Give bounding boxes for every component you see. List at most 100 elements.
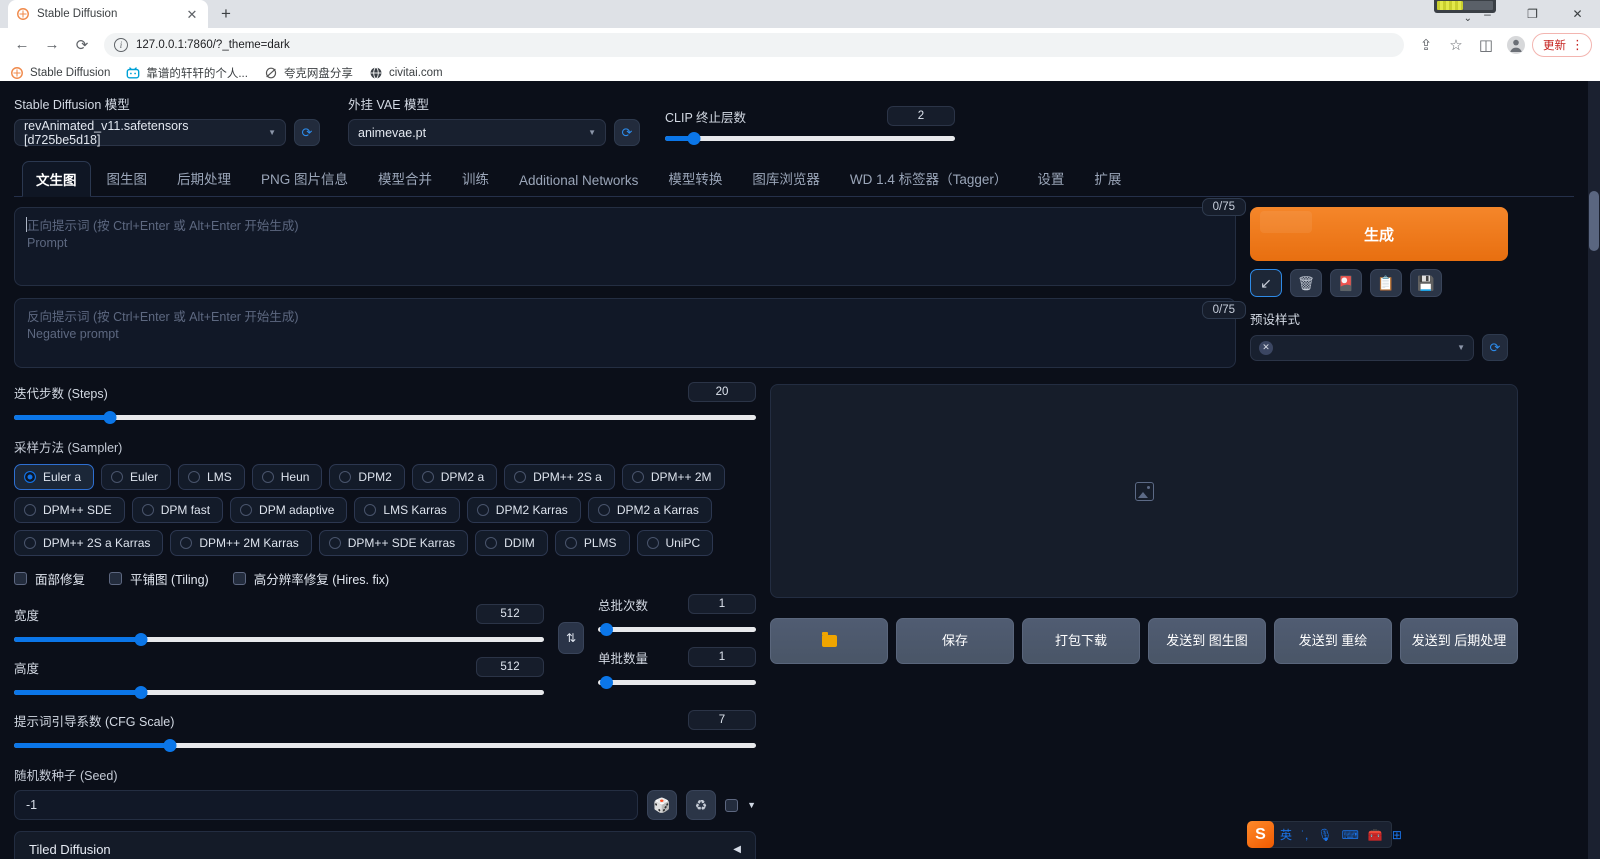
refresh-models-button[interactable]: ⟳	[294, 119, 320, 146]
sampler-heun[interactable]: Heun	[251, 464, 323, 490]
sd-model-dropdown[interactable]: revAnimated_v11.safetensors [d725be5d18]…	[14, 119, 286, 147]
dice-random-seed-icon[interactable]: 🎲	[647, 790, 678, 820]
extra-seed-checkbox[interactable]	[725, 798, 739, 812]
bookmark-item[interactable]: 夸克网盘分享	[264, 65, 353, 81]
tab-checkpoint-merger[interactable]: 模型合并	[364, 160, 446, 196]
send-to-extras-button[interactable]: 发送到 后期处理	[1400, 618, 1518, 664]
new-tab-button[interactable]: +	[212, 2, 240, 26]
sampler-euler[interactable]: Euler	[101, 464, 172, 490]
batch-size-slider[interactable]	[598, 674, 756, 690]
side-panel-icon[interactable]: ◫	[1472, 31, 1500, 59]
slider-knob[interactable]	[134, 632, 148, 646]
swap-dimensions-icon[interactable]: ⇅	[558, 622, 584, 654]
clip-skip-value[interactable]: 2	[887, 106, 955, 126]
sogou-logo-icon[interactable]: S	[1247, 821, 1274, 848]
slider-knob[interactable]	[687, 131, 701, 145]
clip-skip-slider[interactable]	[665, 130, 955, 146]
save-button[interactable]: 保存	[896, 618, 1014, 664]
close-icon[interactable]: ✕	[184, 6, 200, 22]
vae-model-dropdown[interactable]: animevae.pt ▼	[348, 119, 606, 146]
maximize-icon[interactable]: ❐	[1510, 0, 1555, 28]
negative-prompt-input[interactable]: 反向提示词 (按 Ctrl+Enter 或 Alt+Enter 开始生成) Ne…	[14, 298, 1236, 368]
slider-knob[interactable]	[600, 622, 613, 636]
show-extra-networks-icon[interactable]: 🎴	[1330, 269, 1362, 297]
back-arrow-icon[interactable]: ←	[8, 31, 36, 59]
address-bar[interactable]: i 127.0.0.1:7860/?_theme=dark	[104, 32, 1404, 57]
sampler-dpm-adaptive[interactable]: DPM adaptive	[230, 497, 348, 523]
sampler-euler-a[interactable]: Euler a	[14, 464, 95, 490]
star-icon[interactable]: ☆	[1442, 31, 1470, 59]
sampler-dpm2-a-karras[interactable]: DPM2 a Karras	[587, 497, 712, 523]
scrollbar-thumb[interactable]	[1589, 191, 1599, 251]
chevron-down-icon[interactable]: ▼	[747, 800, 756, 810]
sampler-lms-karras[interactable]: LMS Karras	[354, 497, 460, 523]
sampler-dpmpp-2m-karras[interactable]: DPM++ 2M Karras	[170, 530, 312, 556]
punctuation-icon[interactable]: ˙,	[1301, 829, 1308, 841]
update-button[interactable]: 更新 ⋮	[1532, 32, 1592, 57]
browser-tab[interactable]: Stable Diffusion ✕	[8, 0, 208, 28]
sampler-lms[interactable]: LMS	[178, 464, 245, 490]
tab-img2img[interactable]: 图生图	[93, 160, 162, 196]
site-info-icon[interactable]: i	[114, 37, 128, 52]
cfg-slider[interactable]	[14, 737, 756, 753]
bookmark-item[interactable]: civitai.com	[369, 66, 443, 80]
sampler-ddim[interactable]: DDIM	[475, 530, 548, 556]
seed-input[interactable]: -1	[14, 790, 639, 820]
zip-download-button[interactable]: 打包下载	[1022, 618, 1140, 664]
slider-knob[interactable]	[134, 685, 148, 699]
steps-slider[interactable]	[14, 409, 756, 425]
sampler-dpm-fast[interactable]: DPM fast	[131, 497, 224, 523]
sampler-unipc[interactable]: UniPC	[636, 530, 714, 556]
share-icon[interactable]: ⇪	[1412, 31, 1440, 59]
soft-keyboard-icon[interactable]: ⌨	[1342, 829, 1359, 841]
accordion-tiled-diffusion[interactable]: Tiled Diffusion ◀	[14, 831, 756, 859]
generate-button[interactable]: 生成	[1250, 207, 1508, 261]
sampler-dpm2-karras[interactable]: DPM2 Karras	[466, 497, 581, 523]
tab-model-converter[interactable]: 模型转换	[654, 160, 736, 196]
positive-prompt-input[interactable]: 正向提示词 (按 Ctrl+Enter 或 Alt+Enter 开始生成) Pr…	[14, 207, 1236, 286]
send-to-inpaint-button[interactable]: 发送到 重绘	[1274, 618, 1392, 664]
kebab-menu-icon[interactable]: ⋮	[1571, 38, 1584, 51]
tab-train[interactable]: 训练	[448, 160, 503, 196]
sampler-dpmpp-sde-karras[interactable]: DPM++ SDE Karras	[318, 530, 469, 556]
slider-knob[interactable]	[163, 738, 177, 752]
image-preview-gallery[interactable]	[770, 384, 1518, 598]
tab-txt2img[interactable]: 文生图	[22, 161, 91, 197]
bookmark-item[interactable]: Stable Diffusion	[10, 66, 110, 80]
sampler-dpmpp-2m[interactable]: DPM++ 2M	[621, 464, 725, 490]
tab-extras[interactable]: 后期处理	[163, 160, 245, 196]
width-value[interactable]: 512	[476, 604, 544, 624]
batch-size-value[interactable]: 1	[688, 647, 756, 667]
sogou-ime-toolbar[interactable]: S 英 ˙, 🎙 ⌨ 🧰 ⊞	[1247, 821, 1402, 848]
bookmark-item[interactable]: 靠谱的轩轩的个人...	[126, 65, 248, 81]
send-to-img2img-button[interactable]: 发送到 图生图	[1148, 618, 1266, 664]
height-value[interactable]: 512	[476, 657, 544, 677]
batch-count-value[interactable]: 1	[688, 594, 756, 614]
reload-icon[interactable]: ⟳	[68, 31, 96, 59]
ime-mode-label[interactable]: 英	[1280, 829, 1292, 841]
tab-extensions[interactable]: 扩展	[1080, 160, 1135, 196]
styles-dropdown[interactable]: ✕ ▼	[1250, 334, 1474, 361]
tiling-checkbox[interactable]: 平铺图 (Tiling)	[109, 569, 209, 588]
save-style-floppy-icon[interactable]: 💾	[1410, 269, 1442, 297]
page-scrollbar[interactable]	[1588, 81, 1600, 859]
restore-faces-checkbox[interactable]: 面部修复	[14, 569, 85, 588]
sampler-dpmpp-2s-a[interactable]: DPM++ 2S a	[504, 464, 615, 490]
sampler-plms[interactable]: PLMS	[554, 530, 630, 556]
batch-count-slider[interactable]	[598, 621, 756, 637]
open-images-folder-button[interactable]	[770, 618, 888, 664]
sampler-dpm2-a[interactable]: DPM2 a	[411, 464, 498, 490]
height-slider[interactable]	[14, 684, 544, 700]
clear-x-icon[interactable]: ✕	[1259, 340, 1273, 355]
width-slider[interactable]	[14, 631, 544, 647]
hires-fix-checkbox[interactable]: 高分辨率修复 (Hires. fix)	[232, 569, 389, 588]
profile-avatar-icon[interactable]	[1502, 31, 1530, 59]
tab-settings[interactable]: 设置	[1023, 160, 1078, 196]
slider-knob[interactable]	[103, 410, 117, 424]
sampler-dpmpp-sde[interactable]: DPM++ SDE	[14, 497, 125, 523]
slider-knob[interactable]	[600, 675, 613, 689]
recycle-reuse-seed-icon[interactable]: ♻	[686, 790, 717, 820]
sampler-dpmpp-2s-a-karras[interactable]: DPM++ 2S a Karras	[14, 530, 164, 556]
toolbox-icon[interactable]: 🧰	[1368, 829, 1383, 841]
microphone-icon[interactable]: 🎙	[1317, 829, 1332, 841]
